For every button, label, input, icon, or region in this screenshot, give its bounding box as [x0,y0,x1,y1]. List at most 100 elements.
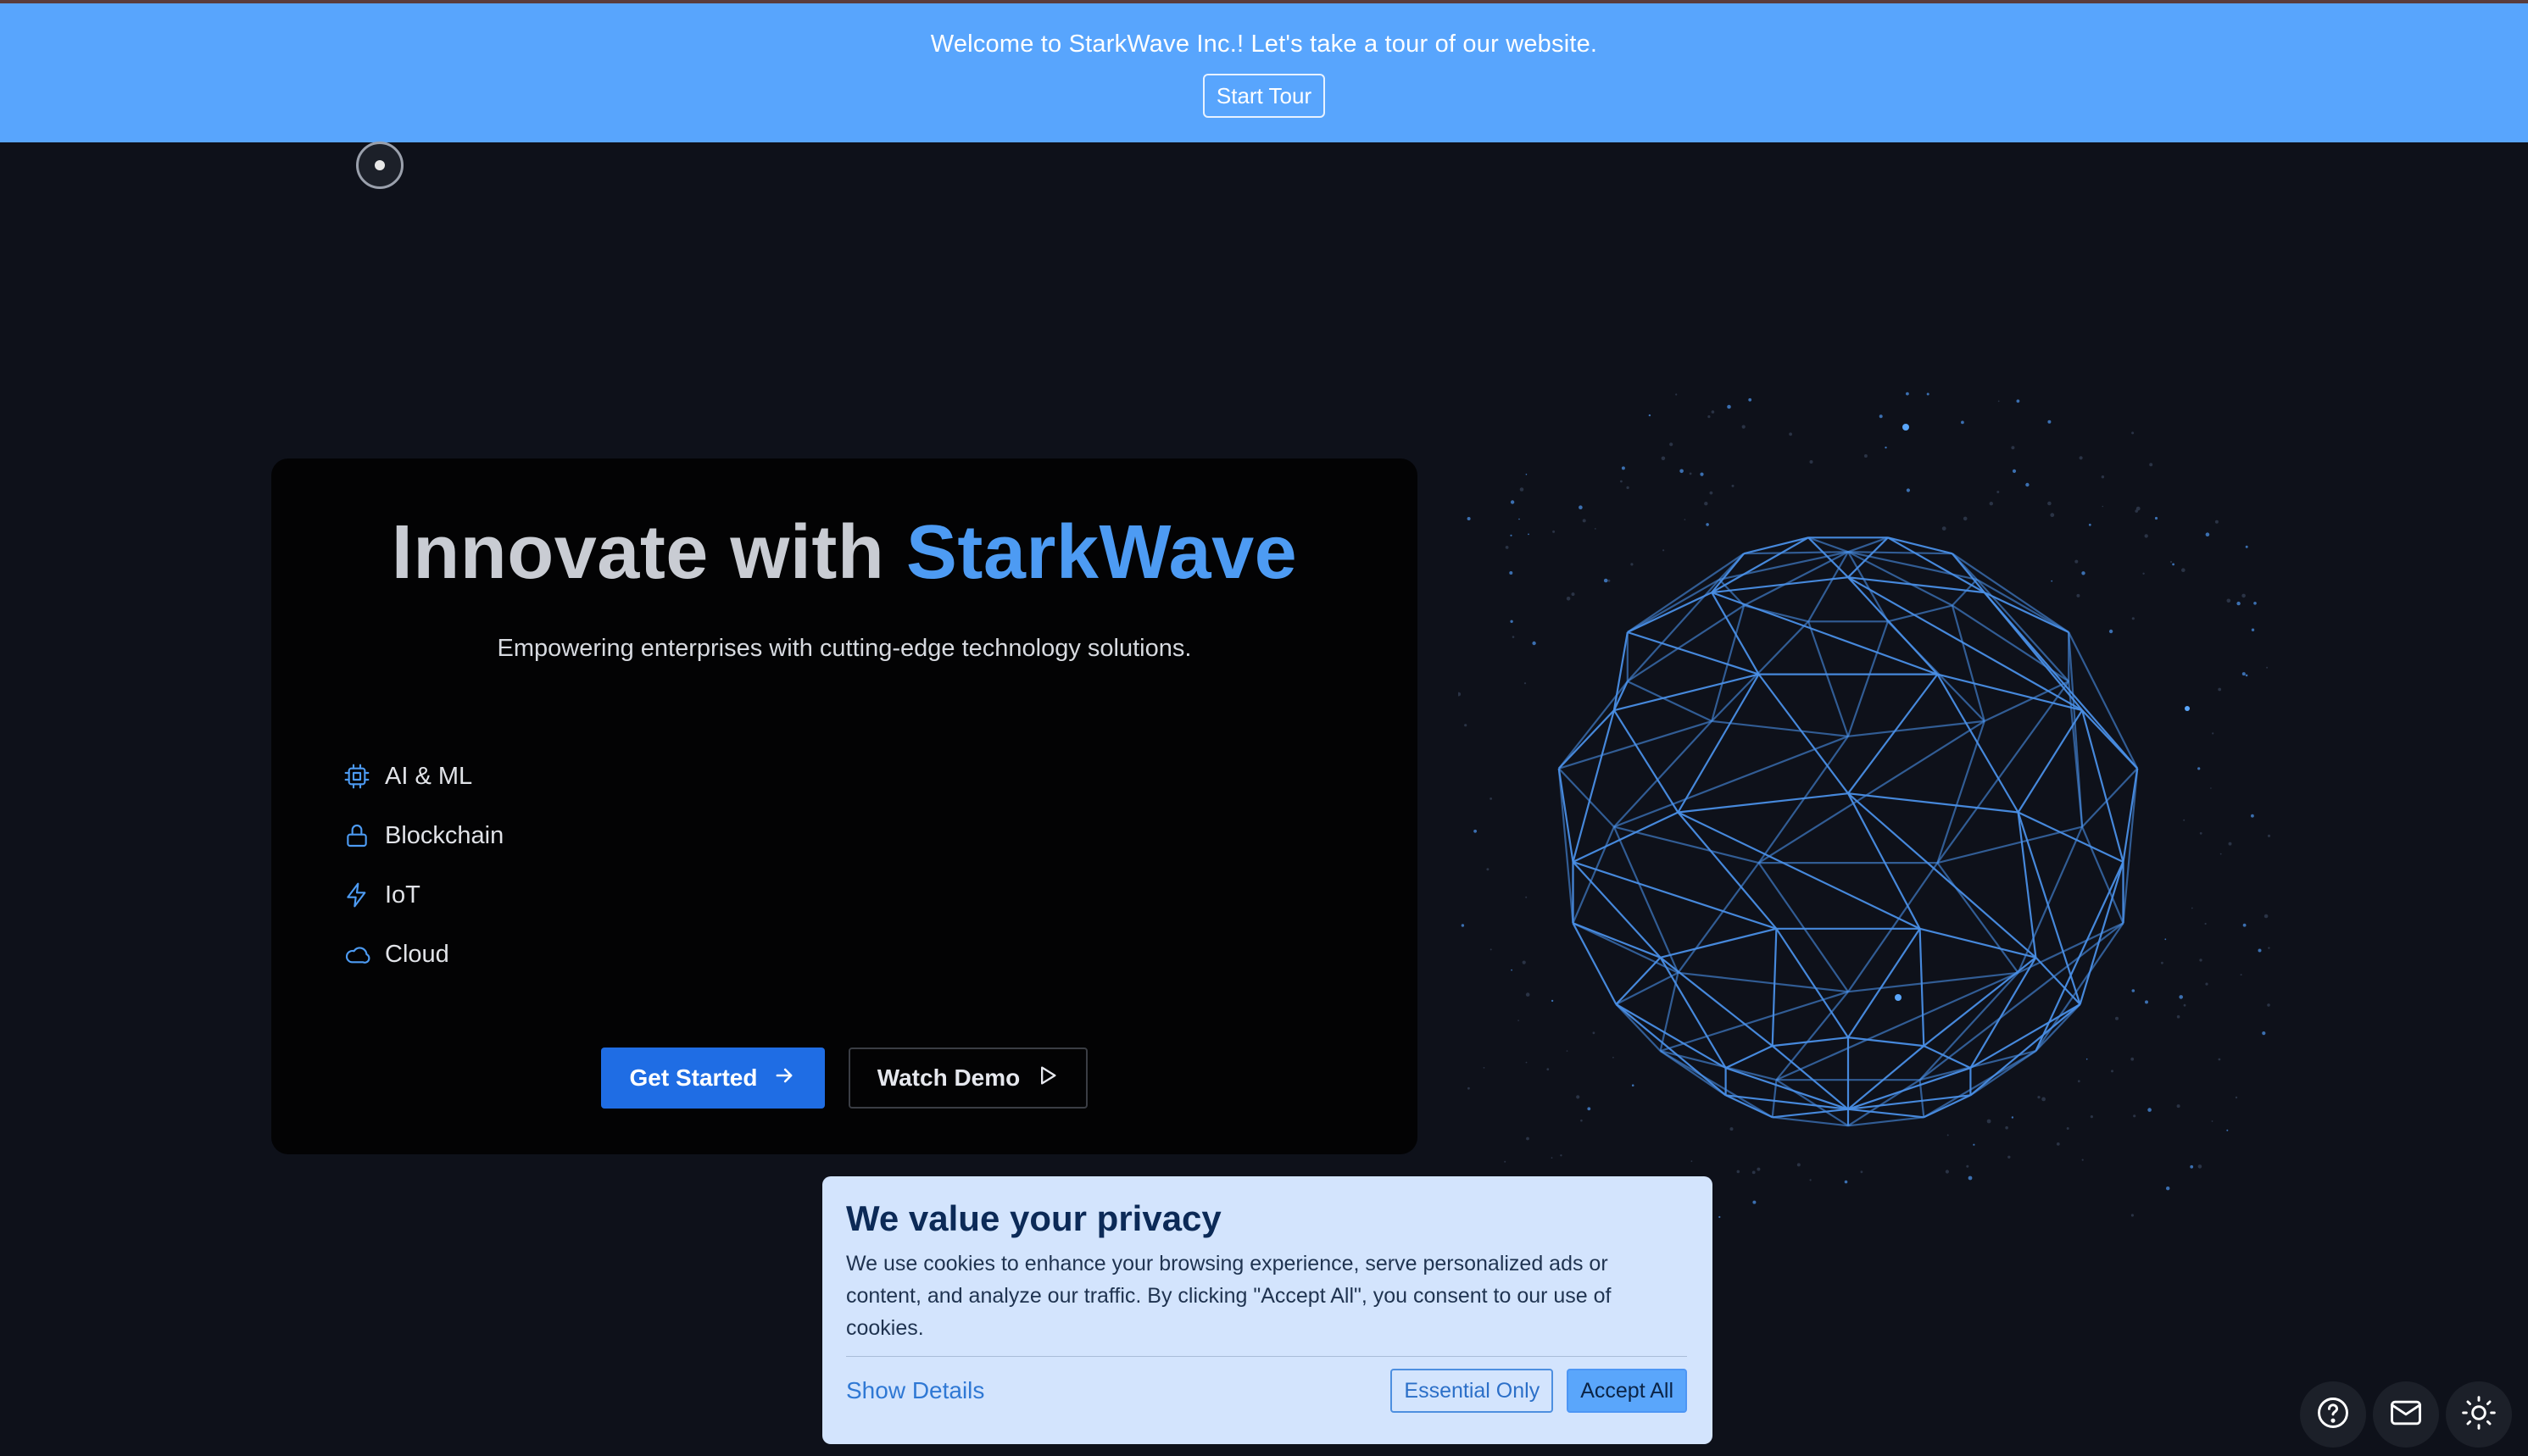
particle-dot [1844,1180,1848,1184]
particle-dot [1690,1160,1693,1163]
sphere-edge [1660,991,1849,1053]
essential-only-button[interactable]: Essential Only [1390,1369,1554,1413]
particle-dot [2226,1129,2229,1131]
watch-demo-button[interactable]: Watch Demo [849,1048,1088,1109]
theme-toggle-button[interactable] [2446,1381,2512,1448]
particle-dot [2179,995,2183,999]
sphere-edge [1976,578,2069,633]
sphere-edge [1936,720,1985,864]
sphere-edge [1557,681,1629,770]
particle-dot [1552,530,1556,533]
sphere-edge [1846,620,1889,737]
particle-dot [1612,1056,1614,1059]
sphere-edge [1807,620,1850,737]
help-icon [2314,1394,2352,1436]
particle-dot [2016,399,2020,403]
particle-dot [1512,636,1515,638]
particle-dot [1684,519,1686,520]
particle-dot [2161,961,2163,964]
particle-dot [2037,1096,2041,1099]
sphere-edge [1573,922,1662,959]
sphere-edge [1613,735,1849,828]
sphere-edge [1847,1045,1925,1110]
cookie-actions: Show Details Essential Only Accept All [846,1369,1687,1413]
sphere-edge [1712,720,1849,737]
tour-message: Welcome to StarkWave Inc.! Let's take a … [930,31,1598,58]
particle-dot [1525,473,1528,475]
particle-dot [1902,424,1909,431]
tech-item-blockchain: Blockchain [342,806,504,865]
sphere-edge [1847,576,2083,712]
particle-dot [1752,1200,1757,1204]
particle-dot [1661,456,1666,461]
sphere-edge [1678,971,1849,993]
particle-dot [2240,974,2242,976]
particle-dot [1906,488,1910,492]
particle-dot [1711,410,1715,414]
particle-dot [1863,454,1868,458]
particle-dot [2050,513,2055,518]
contact-button[interactable] [2373,1381,2439,1448]
hero-subtitle: Empowering enterprises with cutting-edge… [497,635,1192,662]
particle-dot [1895,994,1902,1001]
particle-dot [2183,819,2186,821]
cookie-divider [846,1356,1687,1357]
particle-dot [2074,559,2079,564]
sphere-edge [2017,812,2037,958]
particle-dot [1941,526,1946,531]
accept-all-button[interactable]: Accept All [1567,1369,1687,1413]
particle-dot [2079,456,2083,460]
particle-dot [2077,1080,2080,1083]
particle-dot [2085,1058,2088,1060]
particle-dot [2218,1058,2221,1061]
particle-dot [2197,1164,2202,1169]
show-details-link[interactable]: Show Details [846,1377,984,1404]
particle-dot [2101,475,2105,479]
sphere-edge [1758,720,1985,864]
particle-dot [2088,523,2091,526]
particle-dot [1989,502,1993,506]
wireframe-sphere-graphic [1456,390,2272,1220]
sphere-edge [1660,927,1777,959]
particle-dot [1582,519,1586,523]
arrow-right-icon [772,1064,796,1093]
particle-dot [1926,392,1929,396]
sphere-edge [1757,673,1849,794]
particle-dot [1961,420,1964,425]
particle-dot [1741,425,1746,429]
sphere-edge [1771,928,1778,1047]
help-button[interactable] [2300,1381,2366,1448]
particle-dot [2131,431,2135,435]
get-started-label: Get Started [629,1064,758,1091]
particle-dot [1675,393,1678,396]
mail-icon [2387,1394,2425,1436]
particle-dot [2056,1142,2060,1146]
hero-title-brand: StarkWave [905,510,1298,595]
particle-dot [2218,687,2222,692]
particle-dot [2212,732,2214,735]
sphere-edge [1952,579,1978,607]
get-started-button[interactable]: Get Started [601,1048,825,1109]
sphere-edge [1918,928,1925,1047]
particle-dot [1700,472,1704,476]
particle-dot [2145,1000,2148,1004]
particle-dot [1885,446,1887,449]
sphere-edge [1936,862,2019,974]
sphere-edge [1918,1080,1925,1118]
hero-card: Innovate with StarkWave Empowering enter… [271,458,1417,1154]
particle-dot [1736,1170,1740,1174]
sphere-edge [1615,971,1679,1005]
sphere-edge [1677,811,1921,930]
particle-dot [2199,831,2202,835]
particle-dot [2226,598,2231,603]
particle-dot [2242,923,2247,927]
particle-dot [1796,1163,1801,1167]
particle-dot [2130,1057,2135,1061]
sphere-edge [1952,553,2069,633]
start-tour-button[interactable]: Start Tour [1202,74,1326,118]
particle-dot [2005,1125,2008,1130]
particle-dot [1464,724,1467,727]
particle-dot [2241,672,2246,676]
sphere-edge [1984,592,2069,633]
particle-dot [1986,1119,1991,1124]
